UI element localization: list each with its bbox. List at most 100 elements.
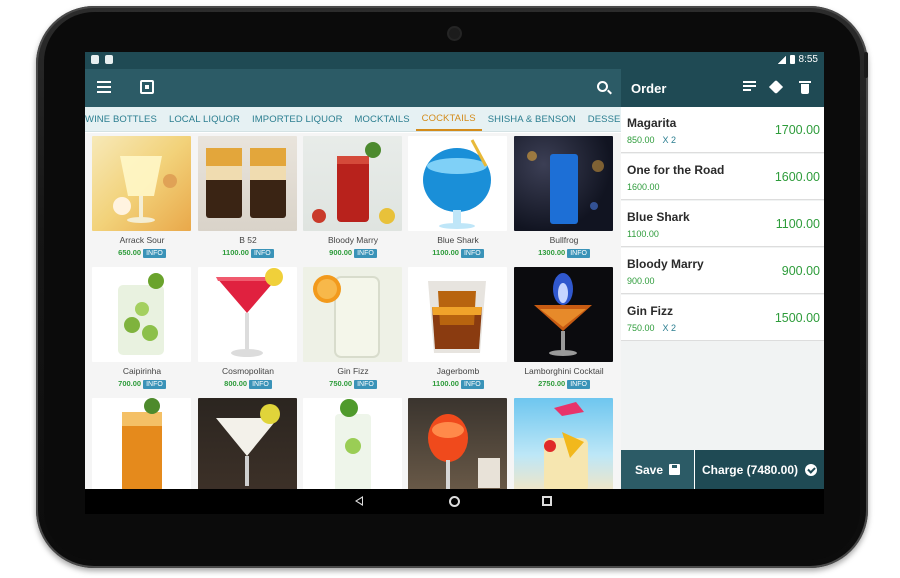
notification-icon (91, 55, 99, 64)
order-item-unit-price: 850.00 (627, 135, 655, 145)
home-icon[interactable] (449, 496, 460, 507)
charge-button-label: Charge (7480.00) (701, 462, 799, 477)
product-price: 1100.00 (432, 379, 459, 388)
save-screen-icon[interactable] (140, 80, 154, 94)
product-image (92, 136, 191, 231)
tab-mocktails[interactable]: MOCKTAILS (349, 107, 416, 132)
product-name: Jagerbomb (436, 366, 480, 376)
info-button[interactable]: INFO (354, 249, 377, 258)
product-image (303, 267, 402, 362)
order-item-detail: 1600.00 (627, 182, 668, 192)
product-price: 2750.00 (538, 379, 566, 388)
product-image (408, 267, 507, 362)
signal-icon (777, 55, 786, 64)
product-price: 1100.00 (432, 248, 459, 257)
order-item[interactable]: Gin Fizz 750.00 X 2 1500.00 (621, 295, 824, 341)
product-card[interactable]: Lamborghini Cocktail 2750.00 INFO (514, 267, 614, 390)
notification-icon (105, 55, 113, 64)
product-price-row: 1100.00 INFO (198, 248, 298, 259)
product-card[interactable]: B 52 1100.00 INFO (198, 136, 298, 259)
product-card[interactable]: Bloody Marry 900.00 INFO (303, 136, 403, 259)
product-card[interactable] (514, 398, 614, 489)
product-image (514, 267, 613, 362)
order-item-unit-price: 1100.00 (627, 229, 659, 239)
order-item[interactable]: Blue Shark 1100.00 1100.00 (621, 201, 824, 247)
status-bar: 8:55 (85, 52, 824, 69)
product-price-row: 650.00 INFO (92, 248, 192, 259)
product-grid: Arrack Sour 650.00 INFO B 52 1100.00 INFO … (85, 133, 621, 489)
tag-icon[interactable] (770, 81, 783, 94)
product-card[interactable]: Gin Fizz 750.00 INFO (303, 267, 403, 390)
save-button-label: Save (634, 462, 664, 477)
product-card[interactable] (408, 398, 508, 489)
product-image (198, 398, 297, 489)
battery-icon (789, 55, 795, 64)
product-price-row: 1100.00 INFO (408, 248, 508, 259)
menu-icon[interactable] (97, 81, 111, 93)
info-button[interactable]: INFO (143, 249, 166, 258)
order-item[interactable]: Magarita 850.00 X 2 1700.00 (621, 107, 824, 153)
trash-icon[interactable] (799, 81, 812, 94)
tab-imported-liquor[interactable]: IMPORTED LIQUOR (246, 107, 349, 132)
product-card[interactable]: Arrack Sour 650.00 INFO (92, 136, 192, 259)
info-button[interactable]: INFO (249, 380, 272, 389)
tab-shisha-benson[interactable]: SHISHA & BENSON (482, 107, 582, 132)
product-card[interactable]: Blue Shark 1100.00 INFO (408, 136, 508, 259)
order-item-qty: X 2 (662, 323, 677, 333)
order-item[interactable]: One for the Road 1600.00 1600.00 (621, 154, 824, 200)
tab-wine-bottles[interactable]: WINE BOTTLES (85, 107, 163, 132)
order-item-total: 1700.00 (774, 123, 820, 137)
back-icon[interactable] (355, 496, 363, 506)
product-price-row: 700.00 INFO (92, 379, 192, 390)
info-button[interactable]: INFO (567, 249, 590, 258)
info-button[interactable]: INFO (567, 380, 590, 389)
product-card[interactable] (92, 398, 192, 489)
info-button[interactable]: INFO (250, 249, 274, 258)
order-item-name: Gin Fizz (627, 304, 673, 318)
product-card[interactable] (198, 398, 298, 489)
check-circle-icon (805, 463, 818, 476)
order-item-name: Magarita (627, 116, 677, 130)
product-name: Blue Shark (437, 235, 479, 245)
order-item-name: Blue Shark (627, 210, 690, 224)
search-icon[interactable] (597, 81, 608, 92)
order-item[interactable]: Bloody Marry 900.00 900.00 (621, 248, 824, 294)
order-item-total: 900.00 (781, 264, 820, 278)
power-button (864, 52, 868, 78)
floppy-icon (669, 464, 681, 475)
tab-cocktails[interactable]: COCKTAILS (415, 107, 482, 131)
charge-button[interactable]: Charge (7480.00) (695, 450, 824, 489)
recent-apps-icon[interactable] (542, 496, 552, 506)
info-button[interactable]: INFO (354, 380, 377, 389)
info-button[interactable]: INFO (143, 380, 166, 389)
product-image (514, 398, 613, 489)
save-button[interactable]: Save (621, 450, 694, 489)
product-price-row: 800.00 INFO (198, 379, 298, 390)
product-card[interactable]: Cosmopolitan 800.00 INFO (198, 267, 298, 390)
sort-icon[interactable] (743, 81, 756, 94)
camera-icon (449, 28, 460, 39)
order-item-unit-price: 900.00 (627, 276, 655, 286)
product-name: Cosmopolitan (222, 366, 274, 376)
product-price-row: 2750.00 INFO (514, 379, 614, 390)
product-price: 750.00 (329, 379, 353, 388)
product-price: 700.00 (118, 379, 142, 388)
notification-icons (91, 55, 113, 64)
info-button[interactable]: INFO (460, 249, 484, 258)
product-price-row: 1300.00 INFO (514, 248, 614, 259)
product-name: Bloody Marry (327, 235, 379, 245)
main-toolbar (85, 69, 621, 107)
product-image (303, 136, 402, 231)
product-card[interactable]: Jagerbomb 1100.00 INFO (408, 267, 508, 390)
info-button[interactable]: INFO (460, 380, 484, 389)
product-name: B 52 (239, 235, 257, 245)
product-price: 650.00 (118, 248, 142, 257)
product-card[interactable]: Bullfrog 1300.00 INFO (514, 136, 614, 259)
product-name: Lamborghini Cocktail (524, 366, 604, 376)
tab-local-liquor[interactable]: LOCAL LIQUOR (163, 107, 246, 132)
product-price: 1100.00 (222, 248, 249, 257)
order-item-detail: 1100.00 (627, 229, 667, 239)
product-card[interactable] (303, 398, 403, 489)
order-item-detail: 900.00 (627, 276, 663, 286)
product-card[interactable]: Caipirinha 700.00 INFO (92, 267, 192, 390)
